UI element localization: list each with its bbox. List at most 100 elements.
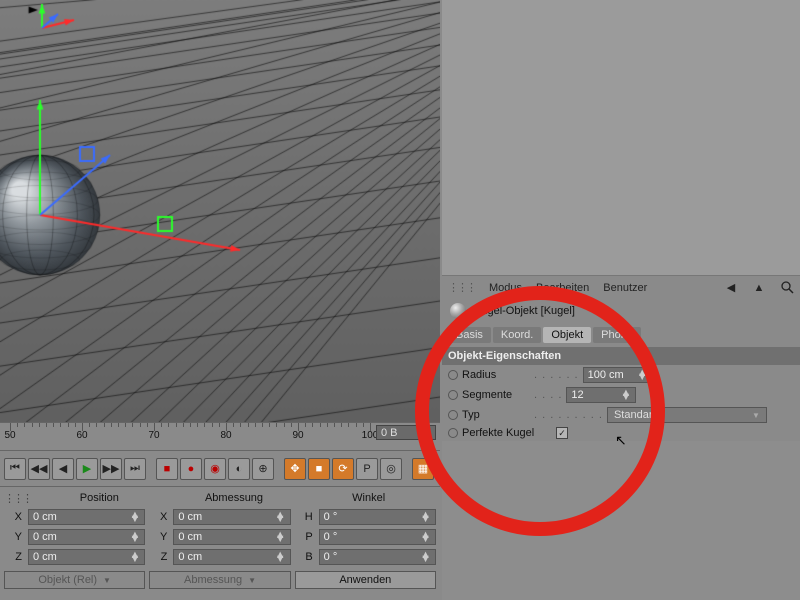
next-frame-button[interactable]: ▶▶ xyxy=(100,458,122,480)
stepper-icon[interactable]: ▲▼ xyxy=(621,391,632,399)
play-backward-button[interactable]: ◀ xyxy=(52,458,74,480)
dim-y-input[interactable]: 0 cm▲▼ xyxy=(173,529,290,545)
coord-row-x: X 0 cm▲▼ X 0 cm▲▼ H 0 °▲▼ xyxy=(4,507,436,527)
grip-icon: ⋮⋮⋮ xyxy=(4,492,32,505)
prop-segmente-label: Segmente xyxy=(462,389,530,401)
frame-field[interactable]: 0 B xyxy=(376,425,436,440)
stepper-icon[interactable]: ▲▼ xyxy=(275,533,286,541)
chevron-down-icon: ▼ xyxy=(103,576,111,585)
prop-radius-label: Radius xyxy=(462,369,530,381)
typ-select[interactable]: Standard ▼ xyxy=(607,407,767,423)
col-position: Position xyxy=(32,492,167,504)
scale-tool-button[interactable]: ■ xyxy=(308,458,330,480)
goto-start-button[interactable]: ⏮ xyxy=(4,458,26,480)
axis-z-label2: Z xyxy=(149,551,169,563)
timeline-tick-label: 70 xyxy=(148,430,159,441)
menu-modus[interactable]: Modus xyxy=(489,282,522,294)
dim-x-input[interactable]: 0 cm ▲▼ xyxy=(173,509,290,525)
anim-dot-icon[interactable] xyxy=(448,428,458,438)
tab-phong[interactable]: Phong xyxy=(593,327,641,343)
col-winkel: Winkel xyxy=(301,492,436,504)
ang-b-value: 0 ° xyxy=(324,551,338,563)
chevron-down-icon: ▼ xyxy=(248,576,256,585)
attribute-manager-panel: ⋮⋮⋮ Modus Bearbeiten Benutzer ◀ ▲ Kugel-… xyxy=(442,275,800,600)
coord-mode-dim-select[interactable]: Abmessung ▼ xyxy=(149,571,290,589)
axis-y-label2: Y xyxy=(149,531,169,543)
stepper-icon[interactable]: ▲▼ xyxy=(420,553,431,561)
transport-toolbar: ⏮ ◀◀ ◀ ▶ ▶▶ ⏭ ■ ● ◉ ◐ ⊕ ✥ ■ ⟳ P ◎ ▦ xyxy=(0,450,440,486)
nav-up-icon[interactable]: ▲ xyxy=(752,281,766,295)
ang-p-input[interactable]: 0 ° ▲▼ xyxy=(319,529,436,545)
param-tool-button[interactable]: P xyxy=(356,458,378,480)
prop-typ-label: Typ xyxy=(462,409,530,421)
axis-b-label: B xyxy=(295,551,315,563)
stepper-icon[interactable]: ▲▼ xyxy=(275,553,286,561)
ang-h-value: 0 ° xyxy=(324,511,338,523)
perfekte-checkbox[interactable]: ✓ xyxy=(556,427,568,439)
rotate-tool-button[interactable]: ⟳ xyxy=(332,458,354,480)
prop-radius-row: Radius . . . . . . 100 cm ▲▼ xyxy=(442,365,800,385)
search-icon[interactable] xyxy=(780,281,794,295)
tab-basis[interactable]: Basis xyxy=(448,327,491,343)
menu-bearbeiten[interactable]: Bearbeiten xyxy=(536,282,589,294)
radius-input[interactable]: 100 cm ▲▼ xyxy=(583,367,653,383)
dim-z-input[interactable]: 0 cm ▲▼ xyxy=(173,549,290,565)
coordinates-panel: ⋮⋮⋮ Position Abmessung Winkel X 0 cm▲▼ X… xyxy=(0,486,440,600)
anim-dot-icon[interactable] xyxy=(448,390,458,400)
viewport-3d[interactable] xyxy=(0,0,440,422)
autokey-button[interactable]: ◉ xyxy=(204,458,226,480)
stop-button[interactable]: ■ xyxy=(156,458,178,480)
selection-tool-button[interactable]: ▦ xyxy=(412,458,434,480)
keyframe-options-button[interactable]: ◐ xyxy=(228,458,250,480)
stepper-icon[interactable]: ▲▼ xyxy=(420,513,431,521)
timeline[interactable]: 5060708090100 0 B xyxy=(0,422,440,450)
coord-mode-dim-value: Abmessung xyxy=(184,574,242,586)
stepper-icon[interactable]: ▲▼ xyxy=(420,533,431,541)
pos-x-value: 0 cm xyxy=(33,511,57,523)
anim-dot-icon[interactable] xyxy=(448,410,458,420)
chevron-down-icon: ▼ xyxy=(752,411,760,420)
axis-h-label: H xyxy=(295,511,315,523)
ang-p-value: 0 ° xyxy=(324,531,338,543)
ang-b-input[interactable]: 0 ° ▲▼ xyxy=(319,549,436,565)
segmente-input[interactable]: 12 ▲▼ xyxy=(566,387,636,403)
dim-x-value: 0 cm xyxy=(178,511,202,523)
timeline-tick-label: 50 xyxy=(4,430,15,441)
coord-mode-object-value: Objekt (Rel) xyxy=(38,574,97,586)
stepper-icon[interactable]: ▲▼ xyxy=(637,371,648,379)
axis-x-label2: X xyxy=(149,511,169,523)
pos-y-input[interactable]: 0 cm▲▼ xyxy=(28,529,145,545)
coord-footer: Objekt (Rel) ▼ Abmessung ▼ Anwenden xyxy=(4,571,436,589)
timeline-ruler[interactable]: 5060708090100 xyxy=(0,423,440,441)
menu-benutzer[interactable]: Benutzer xyxy=(603,282,647,294)
segmente-value: 12 xyxy=(571,389,583,401)
section-objekt-eigenschaften: Objekt-Eigenschaften xyxy=(442,347,800,365)
stepper-icon[interactable]: ▲▼ xyxy=(275,513,286,521)
pos-z-input[interactable]: 0 cm▲▼ xyxy=(28,549,145,565)
record-button[interactable]: ● xyxy=(180,458,202,480)
axis-z-label: Z xyxy=(4,551,24,563)
stepper-icon[interactable]: ▲▼ xyxy=(129,533,140,541)
coord-mode-object-select[interactable]: Objekt (Rel) ▼ xyxy=(4,571,145,589)
stepper-icon[interactable]: ▲▼ xyxy=(129,553,140,561)
tab-koord[interactable]: Koord. xyxy=(493,327,541,343)
frame-field-value: 0 B xyxy=(381,427,398,439)
move-tool-button[interactable]: ✥ xyxy=(284,458,306,480)
coord-header: ⋮⋮⋮ Position Abmessung Winkel xyxy=(4,489,436,507)
apply-button[interactable]: Anwenden xyxy=(295,571,436,589)
tab-objekt[interactable]: Objekt xyxy=(543,327,591,343)
stepper-icon[interactable]: ▲▼ xyxy=(129,513,140,521)
prop-segmente-row: Segmente . . . . 12 ▲▼ xyxy=(442,385,800,405)
prop-perfekte-row: Perfekte Kugel ✓ xyxy=(442,425,800,441)
pla-tool-button[interactable]: ◎ xyxy=(380,458,402,480)
play-forward-button[interactable]: ▶ xyxy=(76,458,98,480)
anim-dot-icon[interactable] xyxy=(448,370,458,380)
prev-frame-button[interactable]: ◀◀ xyxy=(28,458,50,480)
goto-end-button[interactable]: ⏭ xyxy=(124,458,146,480)
pos-x-input[interactable]: 0 cm ▲▼ xyxy=(28,509,145,525)
dim-z-value: 0 cm xyxy=(178,551,202,563)
ang-h-input[interactable]: 0 ° ▲▼ xyxy=(319,509,436,525)
object-manager-panel xyxy=(442,0,800,275)
key-pos-button[interactable]: ⊕ xyxy=(252,458,274,480)
nav-back-icon[interactable]: ◀ xyxy=(724,281,738,295)
